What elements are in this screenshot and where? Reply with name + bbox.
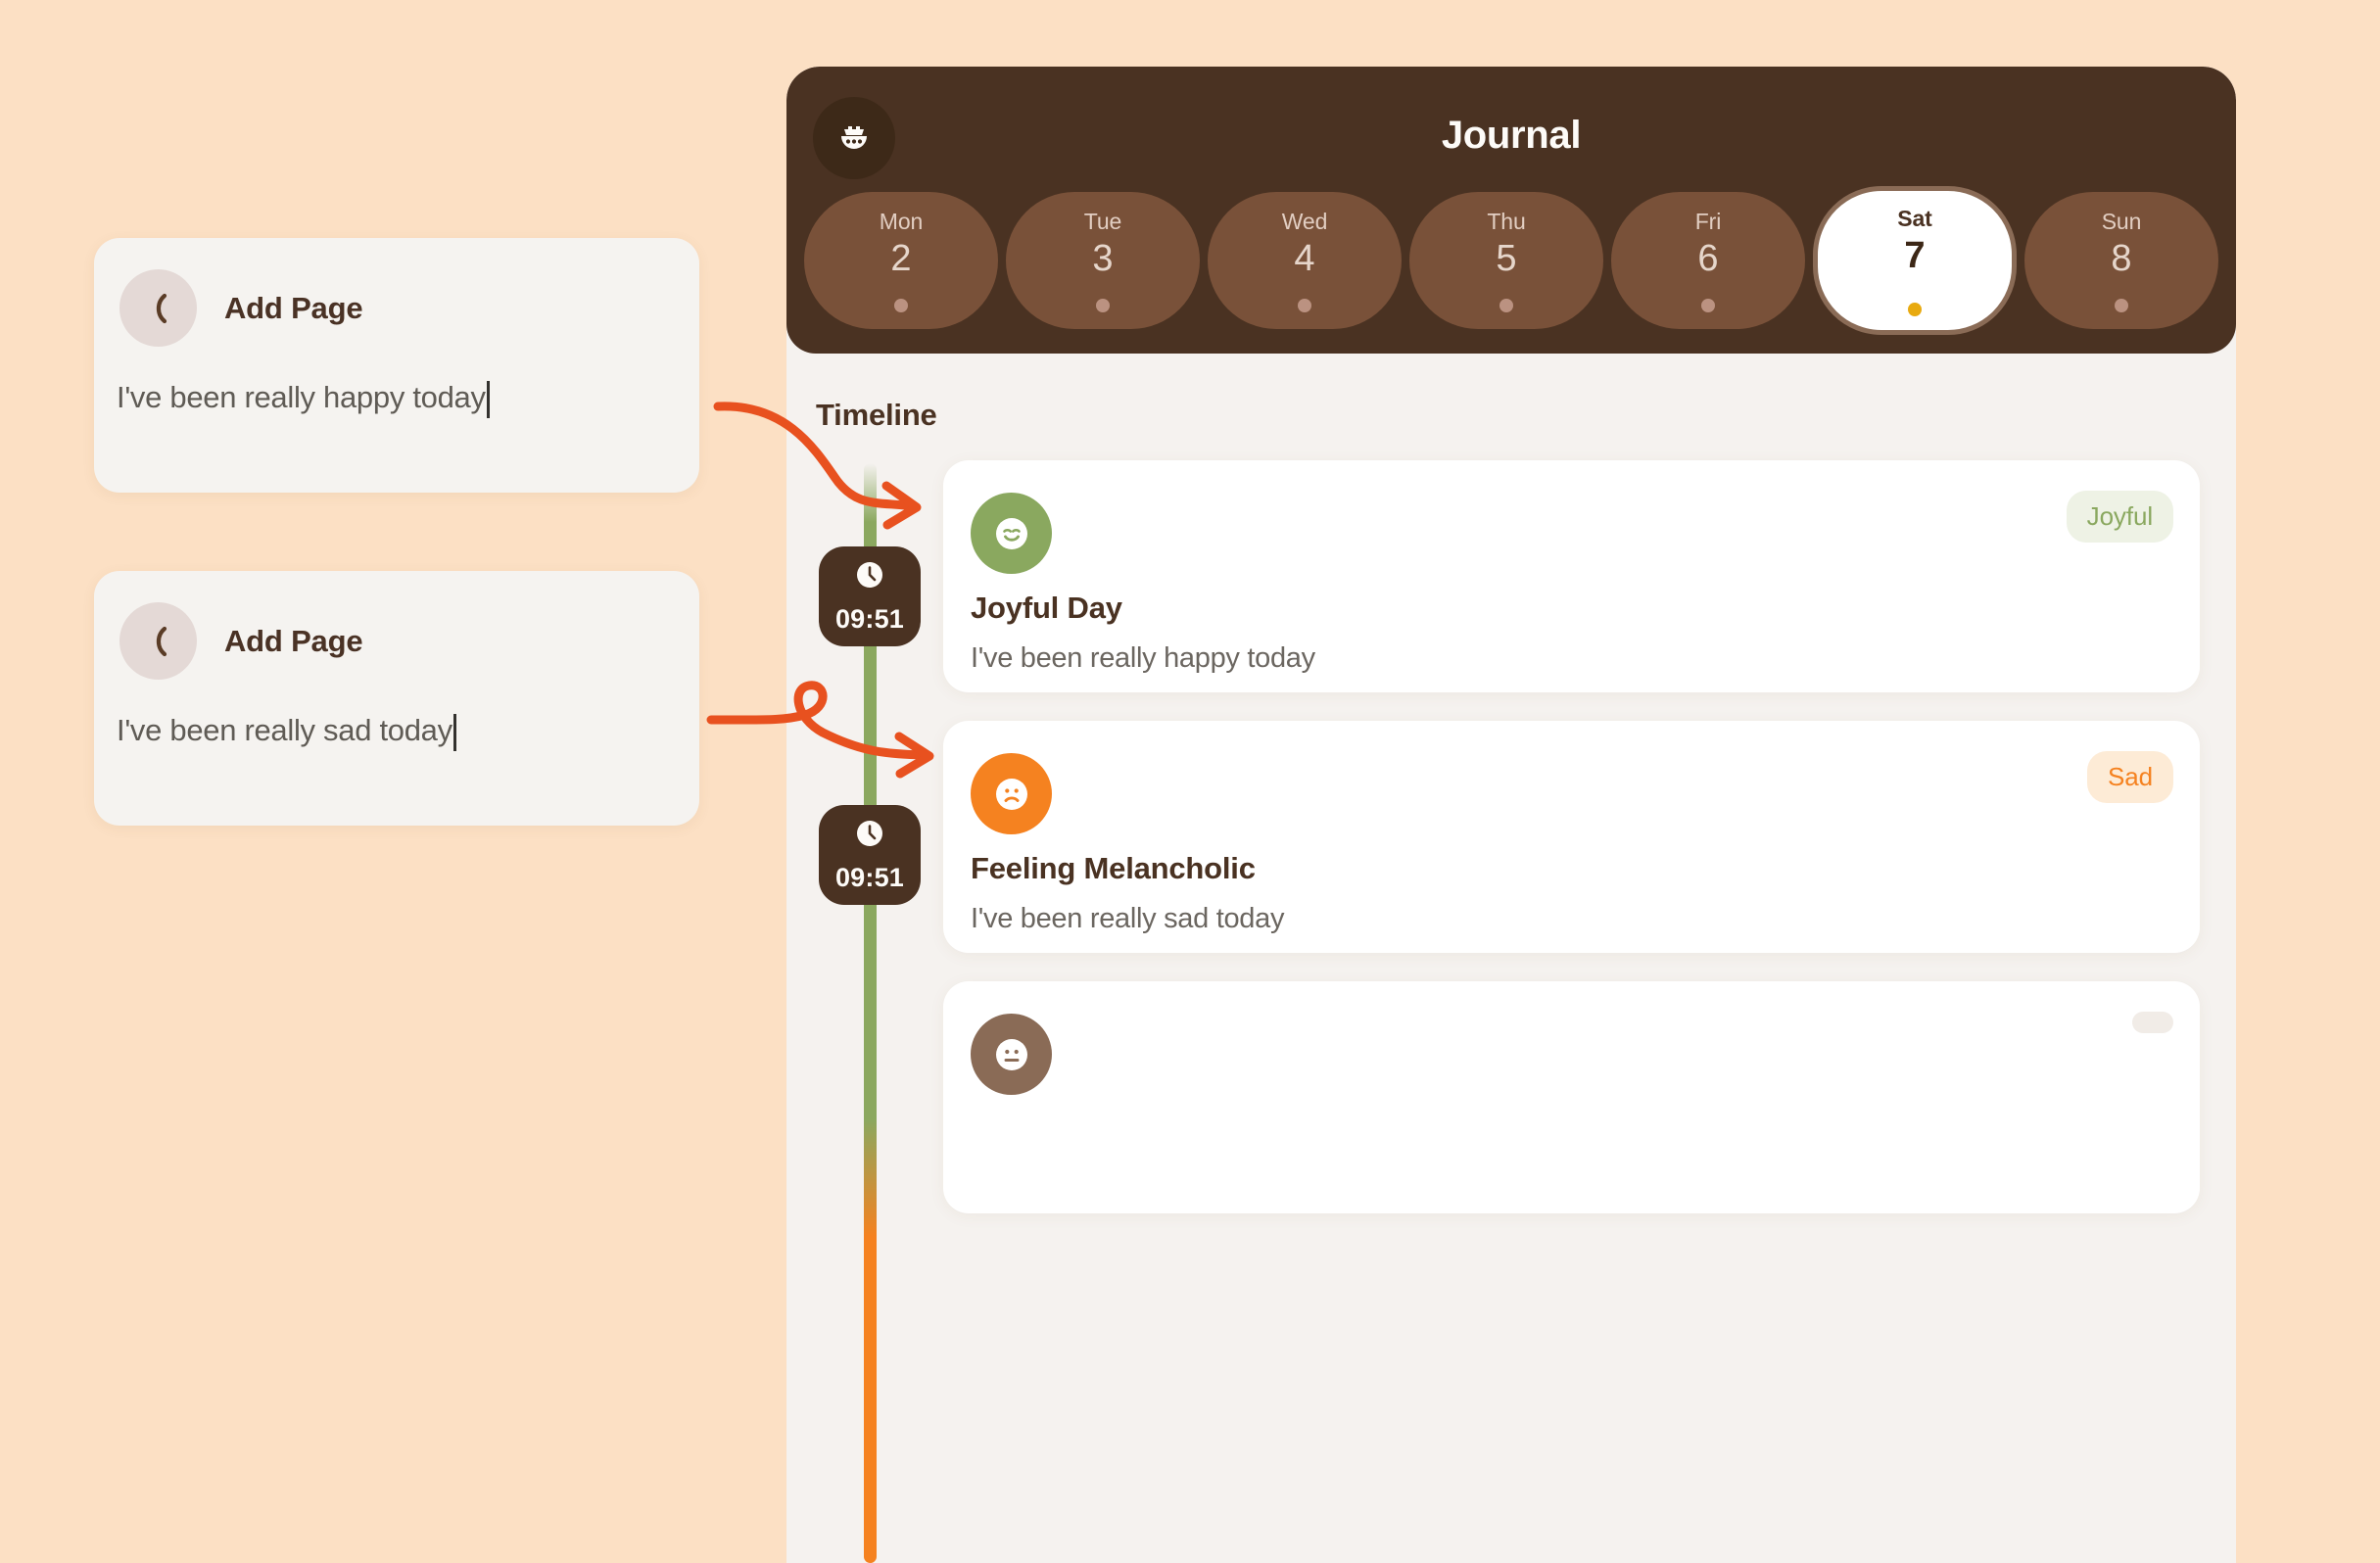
entry-indicator-dot xyxy=(1298,299,1311,312)
status-badge: Sad xyxy=(2087,751,2173,803)
timeline-time-badge[interactable]: 09:51 xyxy=(819,546,921,646)
entry-indicator-dot xyxy=(1499,299,1513,312)
day-pill-fri[interactable]: Fri 6 xyxy=(1611,192,1805,329)
day-number-label: 7 xyxy=(1904,235,1926,276)
day-of-week-label: Thu xyxy=(1487,209,1526,234)
day-pill-mon[interactable]: Mon 2 xyxy=(804,192,998,329)
day-number-label: 8 xyxy=(2111,238,2132,279)
day-of-week-label: Wed xyxy=(1281,209,1328,234)
day-of-week-label: Sat xyxy=(1897,206,1932,231)
neutral-face-icon xyxy=(971,1014,1052,1095)
timeline-entry-card-joyful[interactable]: Joyful Joyful Day I've been really happy… xyxy=(943,460,2200,692)
timeline-time-label: 09:51 xyxy=(834,604,905,634)
entry-description: I've been really happy today xyxy=(971,642,1315,674)
day-number-label: 3 xyxy=(1092,238,1114,279)
day-of-week-label: Fri xyxy=(1694,209,1722,234)
day-number-label: 2 xyxy=(890,238,912,279)
day-number-label: 4 xyxy=(1294,238,1315,279)
entry-indicator-dot xyxy=(1096,299,1110,312)
entry-indicator-dot xyxy=(894,299,908,312)
add-page-title: Add Page xyxy=(224,623,363,658)
add-page-card-happy[interactable]: Add Page I've been really happy today xyxy=(94,238,699,493)
day-number-label: 5 xyxy=(1496,238,1517,279)
crescent-moon-icon xyxy=(119,602,197,680)
add-page-card-sad[interactable]: Add Page I've been really sad today xyxy=(94,571,699,826)
timeline-time-badge[interactable]: 09:51 xyxy=(819,805,921,905)
clock-icon xyxy=(853,817,886,855)
day-of-week-label: Mon xyxy=(879,209,924,234)
add-page-title: Add Page xyxy=(224,290,363,325)
entry-indicator-dot xyxy=(2115,299,2128,312)
add-page-input-row[interactable]: I've been really sad today xyxy=(94,680,699,751)
add-page-input-row[interactable]: I've been really happy today xyxy=(94,347,699,418)
timeline-entry-card-partial[interactable] xyxy=(943,981,2200,1213)
status-badge: Joyful xyxy=(2066,491,2173,543)
frowning-face-icon xyxy=(971,753,1052,834)
text-caret xyxy=(486,381,490,418)
week-day-selector[interactable]: Mon 2 Tue 3 Wed 4 Thu 5 Fri 6 Sat 7 Sun … xyxy=(804,186,2218,335)
journal-text-input[interactable]: I've been really happy today xyxy=(117,380,486,415)
day-pill-sun[interactable]: Sun 8 xyxy=(2024,192,2218,329)
add-page-header: Add Page xyxy=(94,238,699,347)
day-of-week-label: Sun xyxy=(2101,209,2142,234)
day-pill-wed[interactable]: Wed 4 xyxy=(1208,192,1402,329)
smiling-face-icon xyxy=(971,493,1052,574)
day-pill-sat-selected[interactable]: Sat 7 xyxy=(1813,186,2017,335)
page-title: Journal xyxy=(1441,114,1582,157)
entry-indicator-dot xyxy=(1701,299,1715,312)
entry-title: Feeling Melancholic xyxy=(971,851,1256,885)
entry-description: I've been really sad today xyxy=(971,903,1285,934)
day-number-label: 6 xyxy=(1697,238,1719,279)
day-of-week-label: Tue xyxy=(1083,209,1122,234)
timeline-section-title: Timeline xyxy=(816,398,937,432)
phone-mockup: Journal Mon 2 Tue 3 Wed 4 Thu 5 Fri 6 Sa… xyxy=(786,67,2236,1563)
entry-title: Joyful Day xyxy=(971,591,1122,625)
status-badge xyxy=(2132,1012,2173,1033)
timeline-entry-card-sad[interactable]: Sad Feeling Melancholic I've been really… xyxy=(943,721,2200,953)
day-pill-tue[interactable]: Tue 3 xyxy=(1006,192,1200,329)
timeline-time-label: 09:51 xyxy=(834,863,905,892)
journal-header: Journal Mon 2 Tue 3 Wed 4 Thu 5 Fri 6 Sa… xyxy=(786,67,2236,354)
crescent-moon-icon xyxy=(119,269,197,347)
day-pill-thu[interactable]: Thu 5 xyxy=(1409,192,1603,329)
clock-icon xyxy=(853,558,886,596)
journal-text-input[interactable]: I've been really sad today xyxy=(117,713,452,748)
text-caret xyxy=(452,714,456,751)
entry-indicator-dot xyxy=(1908,303,1922,316)
add-page-header: Add Page xyxy=(94,571,699,680)
